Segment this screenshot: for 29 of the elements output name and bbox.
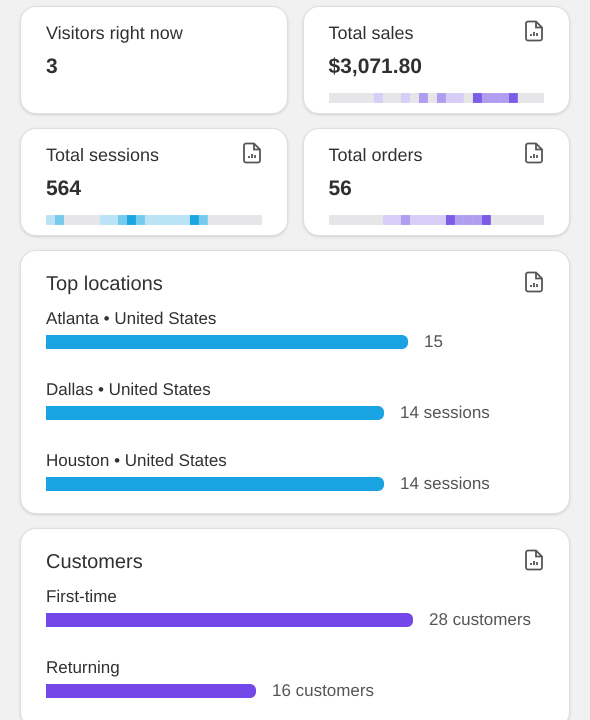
report-icon[interactable] (242, 142, 262, 164)
report-icon[interactable] (524, 549, 544, 571)
card-title: Customers (46, 550, 143, 575)
location-label: Dallas • United States (46, 380, 212, 400)
stat-value: 564 (46, 176, 82, 202)
location-label: Houston • United States (46, 451, 228, 471)
bar-reading: 14 sessions (400, 403, 490, 423)
customer-type-label: Returning (46, 658, 121, 678)
bar-reading: 15 (424, 332, 443, 352)
stat-label: Total sales (328, 22, 414, 45)
stat-label: Visitors right now (46, 22, 183, 45)
stat-label: Total sessions (46, 144, 160, 167)
bar-reading: 14 sessions (400, 474, 490, 494)
stat-card[interactable]: Total orders 56 (302, 128, 570, 236)
stat-card[interactable]: Total sales $3,071.80 (302, 6, 570, 114)
card-title: Top locations (46, 272, 163, 297)
stat-card[interactable]: Total sessions 564 (20, 128, 288, 236)
stat-label: Total orders (328, 144, 423, 167)
report-icon[interactable] (524, 142, 544, 164)
location-label: Atlanta • United States (46, 309, 218, 329)
report-icon[interactable] (524, 20, 544, 42)
customer-type-label: First-time (46, 587, 118, 607)
report-icon[interactable] (524, 271, 544, 293)
stat-value: 3 (46, 54, 59, 80)
bar-reading: 28 customers (429, 610, 532, 630)
stat-value: $3,071.80 (328, 54, 423, 80)
stat-value: 56 (328, 176, 353, 202)
bar-reading: 16 customers (272, 681, 374, 701)
stat-card[interactable]: Visitors right now 3 (20, 6, 288, 114)
